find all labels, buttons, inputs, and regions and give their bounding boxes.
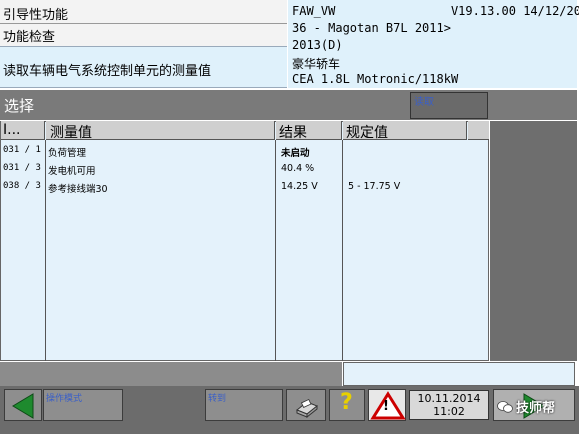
status-bar-right xyxy=(343,362,575,386)
row-1-name: 负荷管理 xyxy=(48,148,87,159)
vehicle-model: 36 - Magotan B7L 2011> xyxy=(292,21,451,35)
row-3-spec: 5 - 17.75 V xyxy=(348,181,401,192)
row-3-name: 参考接线端30 xyxy=(48,184,108,195)
status-bar-left xyxy=(0,362,342,386)
time-text: 11:02 xyxy=(433,405,465,418)
row-2-id: 031 / 3 xyxy=(3,163,41,173)
row-3-result: 14.25 V xyxy=(281,181,318,192)
row-3-id: 038 / 3 xyxy=(3,181,41,191)
back-arrow-icon xyxy=(12,393,34,419)
body-type: 豪华轿车 xyxy=(292,57,341,71)
column-divider xyxy=(45,140,46,361)
date-text: 10.11.2014 xyxy=(417,392,481,405)
row-1-id: 031 / 1 xyxy=(3,145,41,155)
help-icon: ? xyxy=(340,390,353,415)
brand-version: FAW_VW V19.13.00 14/12/2013 xyxy=(292,4,579,18)
goto-button-label: 转到 xyxy=(208,394,227,404)
column-divider xyxy=(275,140,276,361)
print-button[interactable] xyxy=(286,389,326,421)
side-panel xyxy=(490,121,577,361)
guided-functions-title: 引导性功能 xyxy=(3,8,69,23)
row-2-result: 40.4 % xyxy=(281,163,315,174)
function-title: 读取车辆电气系统控制单元的测量值 xyxy=(3,64,212,79)
selection-bar xyxy=(0,90,577,120)
warning-exclamation: ! xyxy=(383,399,389,414)
back-button[interactable] xyxy=(4,389,42,421)
printer-icon xyxy=(296,398,318,419)
row-1-result: 未启动 xyxy=(281,148,310,159)
col-header-filler xyxy=(468,121,489,140)
engine-info: CEA 1.8L Motronic/118kW xyxy=(292,72,459,86)
row-2-name: 发电机可用 xyxy=(48,166,96,177)
col-header-spec-text: 规定值 xyxy=(346,125,388,141)
mode-button-label: 操作模式 xyxy=(46,394,83,404)
column-divider xyxy=(342,140,343,361)
model-year: 2013(D) xyxy=(292,38,343,52)
selection-label: 选择 xyxy=(4,97,35,115)
wechat-icon xyxy=(497,398,513,413)
read-button-label: 读取 xyxy=(414,97,434,108)
col-header-id-text: I... xyxy=(3,122,21,138)
function-check-title: 功能检查 xyxy=(3,30,56,45)
col-header-result-text: 结果 xyxy=(279,125,307,141)
col-header-measurement-text: 测量值 xyxy=(50,125,92,141)
watermark-text: 技师帮 xyxy=(516,401,556,416)
header-divider xyxy=(0,23,287,24)
